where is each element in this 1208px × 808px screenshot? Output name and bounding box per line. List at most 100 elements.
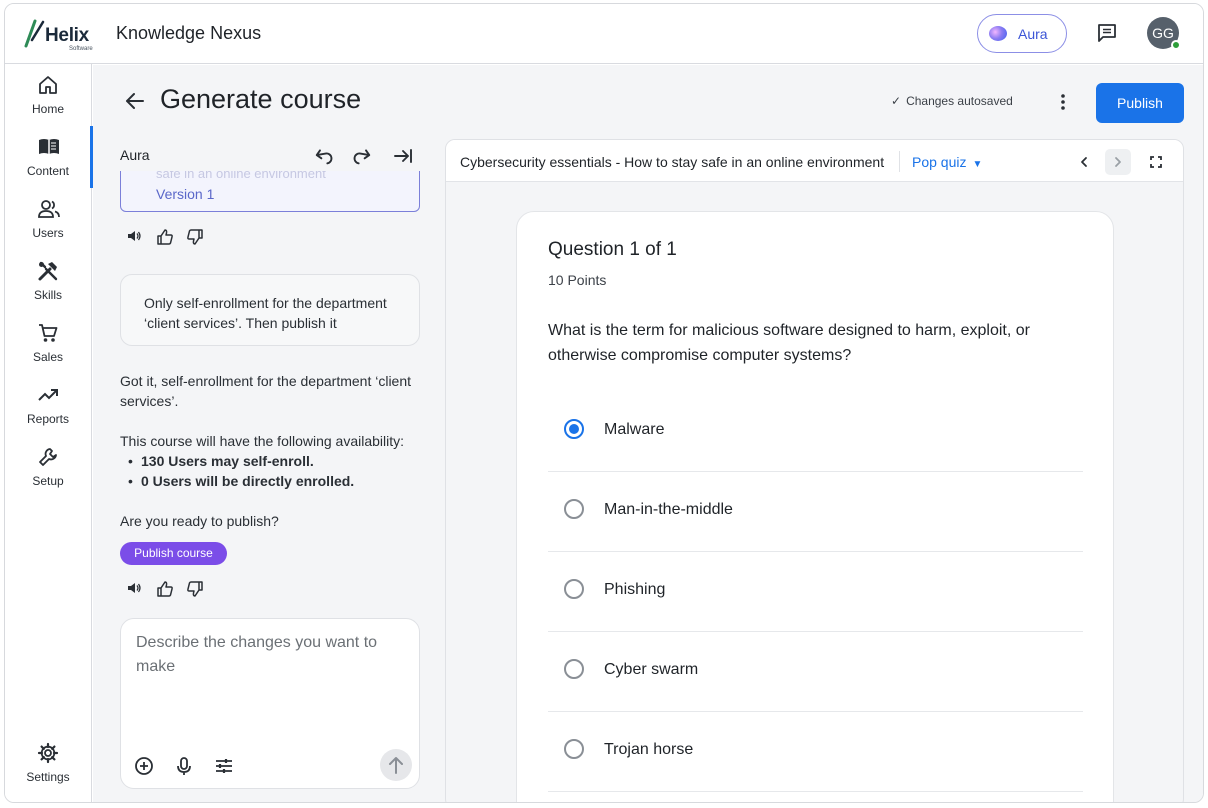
messages-icon[interactable]: [1095, 21, 1119, 45]
users-icon: [37, 198, 60, 220]
course-title: Cybersecurity essentials - How to stay s…: [460, 154, 885, 170]
version-label: Version 1: [156, 186, 215, 202]
logo-subtext: Software: [69, 46, 93, 52]
main-content: Generate course ✓ Changes autosaved Publi…: [93, 65, 1203, 802]
question-text: What is the term for malicious software …: [548, 322, 1030, 364]
speaker-icon[interactable]: [126, 580, 144, 598]
content-type-label: Pop quiz: [912, 154, 967, 170]
nav-item-users[interactable]: Users: [5, 188, 92, 248]
thumbs-up-icon[interactable]: [156, 580, 174, 598]
thumbs-up-icon[interactable]: [156, 228, 174, 246]
publish-course-chip[interactable]: Publish course: [120, 542, 227, 565]
helix-logo[interactable]: Helix Software: [23, 18, 95, 52]
chat-thread[interactable]: safe in an online environment Version 1 …: [93, 171, 438, 611]
user-message: Only self-enrollment for the department …: [120, 274, 420, 346]
answer-option-label: Malware: [604, 421, 665, 438]
nav-label: Reports: [26, 412, 70, 426]
previous-page-icon[interactable]: [1071, 149, 1097, 175]
page-title: Generate course: [160, 84, 362, 114]
undo-icon[interactable]: [312, 145, 334, 167]
list-item: 0 Users will be directly enrolled.: [120, 471, 354, 491]
answer-option-label: Phishing: [604, 581, 666, 598]
avatar-initials: GG: [1152, 25, 1174, 41]
microphone-icon[interactable]: [173, 755, 195, 777]
redo-icon[interactable]: [352, 145, 374, 167]
nav-item-settings[interactable]: Settings: [5, 732, 92, 792]
speaker-icon[interactable]: [126, 228, 144, 246]
cart-icon: [37, 322, 59, 344]
radio-selected[interactable]: [564, 419, 584, 439]
send-button[interactable]: [380, 749, 412, 781]
aura-orb-icon: [989, 26, 1007, 41]
logo-mark-icon: [24, 19, 45, 48]
autosave-status: ✓ Changes autosaved: [891, 94, 1013, 108]
nav-item-home[interactable]: Home: [5, 64, 92, 124]
home-icon: [37, 74, 59, 96]
message-composer: [120, 618, 420, 789]
assistant-reply-availability: This course will have the following avai…: [120, 433, 405, 449]
user-avatar[interactable]: GG: [1147, 17, 1181, 50]
wrench-icon: [37, 446, 59, 468]
tune-settings-icon[interactable]: [213, 755, 235, 777]
answer-option-trojan-horse[interactable]: Trojan horse: [548, 712, 1083, 792]
question-card: Question 1 of 1 10 Points What is the te…: [516, 211, 1114, 802]
question-number: Question 1 of 1: [548, 239, 677, 260]
message-input[interactable]: [136, 631, 406, 731]
availability-list: 130 Users may self-enroll. 0 Users will …: [120, 451, 354, 491]
tools-icon: [37, 260, 59, 282]
collapse-panel-icon[interactable]: [392, 145, 414, 167]
thumbs-down-icon[interactable]: [186, 228, 204, 246]
logo-text: Helix: [45, 25, 89, 46]
assistant-reply-confirmation: Got it, self-enrollment for the departme…: [120, 373, 412, 409]
answer-option-label: Trojan horse: [604, 741, 694, 758]
nav-label: Settings: [26, 770, 70, 784]
aura-button[interactable]: Aura: [977, 14, 1067, 53]
thumbs-down-icon[interactable]: [186, 580, 204, 598]
back-arrow-icon[interactable]: [123, 89, 147, 113]
version-card-faded-text: safe in an online environment: [156, 171, 326, 181]
publish-button[interactable]: Publish: [1096, 83, 1184, 123]
nav-label: Sales: [32, 350, 64, 364]
nav-label: Users: [32, 226, 64, 240]
nav-item-skills[interactable]: Skills: [5, 250, 92, 310]
radio-unselected[interactable]: [564, 579, 584, 599]
nav-item-content[interactable]: Content: [5, 126, 93, 188]
gear-icon: [37, 742, 59, 764]
left-navigation: Home Content Users Skills Sales Reports …: [5, 64, 93, 802]
answer-option-phishing[interactable]: Phishing: [548, 552, 1083, 632]
answer-option-cyber-swarm[interactable]: Cyber swarm: [548, 632, 1083, 712]
list-item: 130 Users may self-enroll.: [120, 451, 354, 471]
nav-label: Setup: [32, 474, 64, 488]
arrow-up-icon: [389, 757, 403, 774]
app-window: Helix Software Knowledge Nexus Aura GG H…: [4, 3, 1204, 803]
nav-item-sales[interactable]: Sales: [5, 312, 92, 372]
radio-unselected[interactable]: [564, 499, 584, 519]
answer-option-man-in-the-middle[interactable]: Man-in-the-middle: [548, 472, 1083, 552]
online-status-indicator: [1171, 40, 1181, 50]
nav-item-setup[interactable]: Setup: [5, 436, 92, 496]
answer-option-malware[interactable]: Malware: [548, 392, 1083, 472]
nav-item-reports[interactable]: Reports: [5, 374, 92, 434]
preview-header: Cybersecurity essentials - How to stay s…: [446, 140, 1183, 182]
more-options-icon[interactable]: [1052, 91, 1074, 113]
trending-icon: [37, 384, 59, 406]
version-card[interactable]: safe in an online environment Version 1: [120, 171, 420, 212]
check-icon: ✓: [891, 94, 902, 108]
question-points: 10 Points: [548, 272, 607, 288]
add-circle-icon[interactable]: [133, 755, 155, 777]
nav-label: Content: [26, 164, 70, 178]
course-preview-panel: Cybersecurity essentials - How to stay s…: [445, 139, 1184, 802]
radio-unselected[interactable]: [564, 659, 584, 679]
book-icon: [37, 136, 59, 158]
next-page-icon[interactable]: [1105, 149, 1131, 175]
top-bar: Helix Software Knowledge Nexus Aura GG: [5, 4, 1203, 64]
content-type-dropdown[interactable]: Pop quiz ▼: [912, 154, 982, 170]
autosave-text: Changes autosaved: [906, 94, 1013, 108]
answer-option-label: Man-in-the-middle: [604, 501, 733, 518]
answer-option-label: Cyber swarm: [604, 661, 699, 678]
aura-button-label: Aura: [1018, 26, 1048, 42]
fullscreen-icon[interactable]: [1143, 149, 1169, 175]
radio-unselected[interactable]: [564, 739, 584, 759]
nav-label: Skills: [33, 288, 62, 302]
app-title: Knowledge Nexus: [116, 23, 262, 43]
